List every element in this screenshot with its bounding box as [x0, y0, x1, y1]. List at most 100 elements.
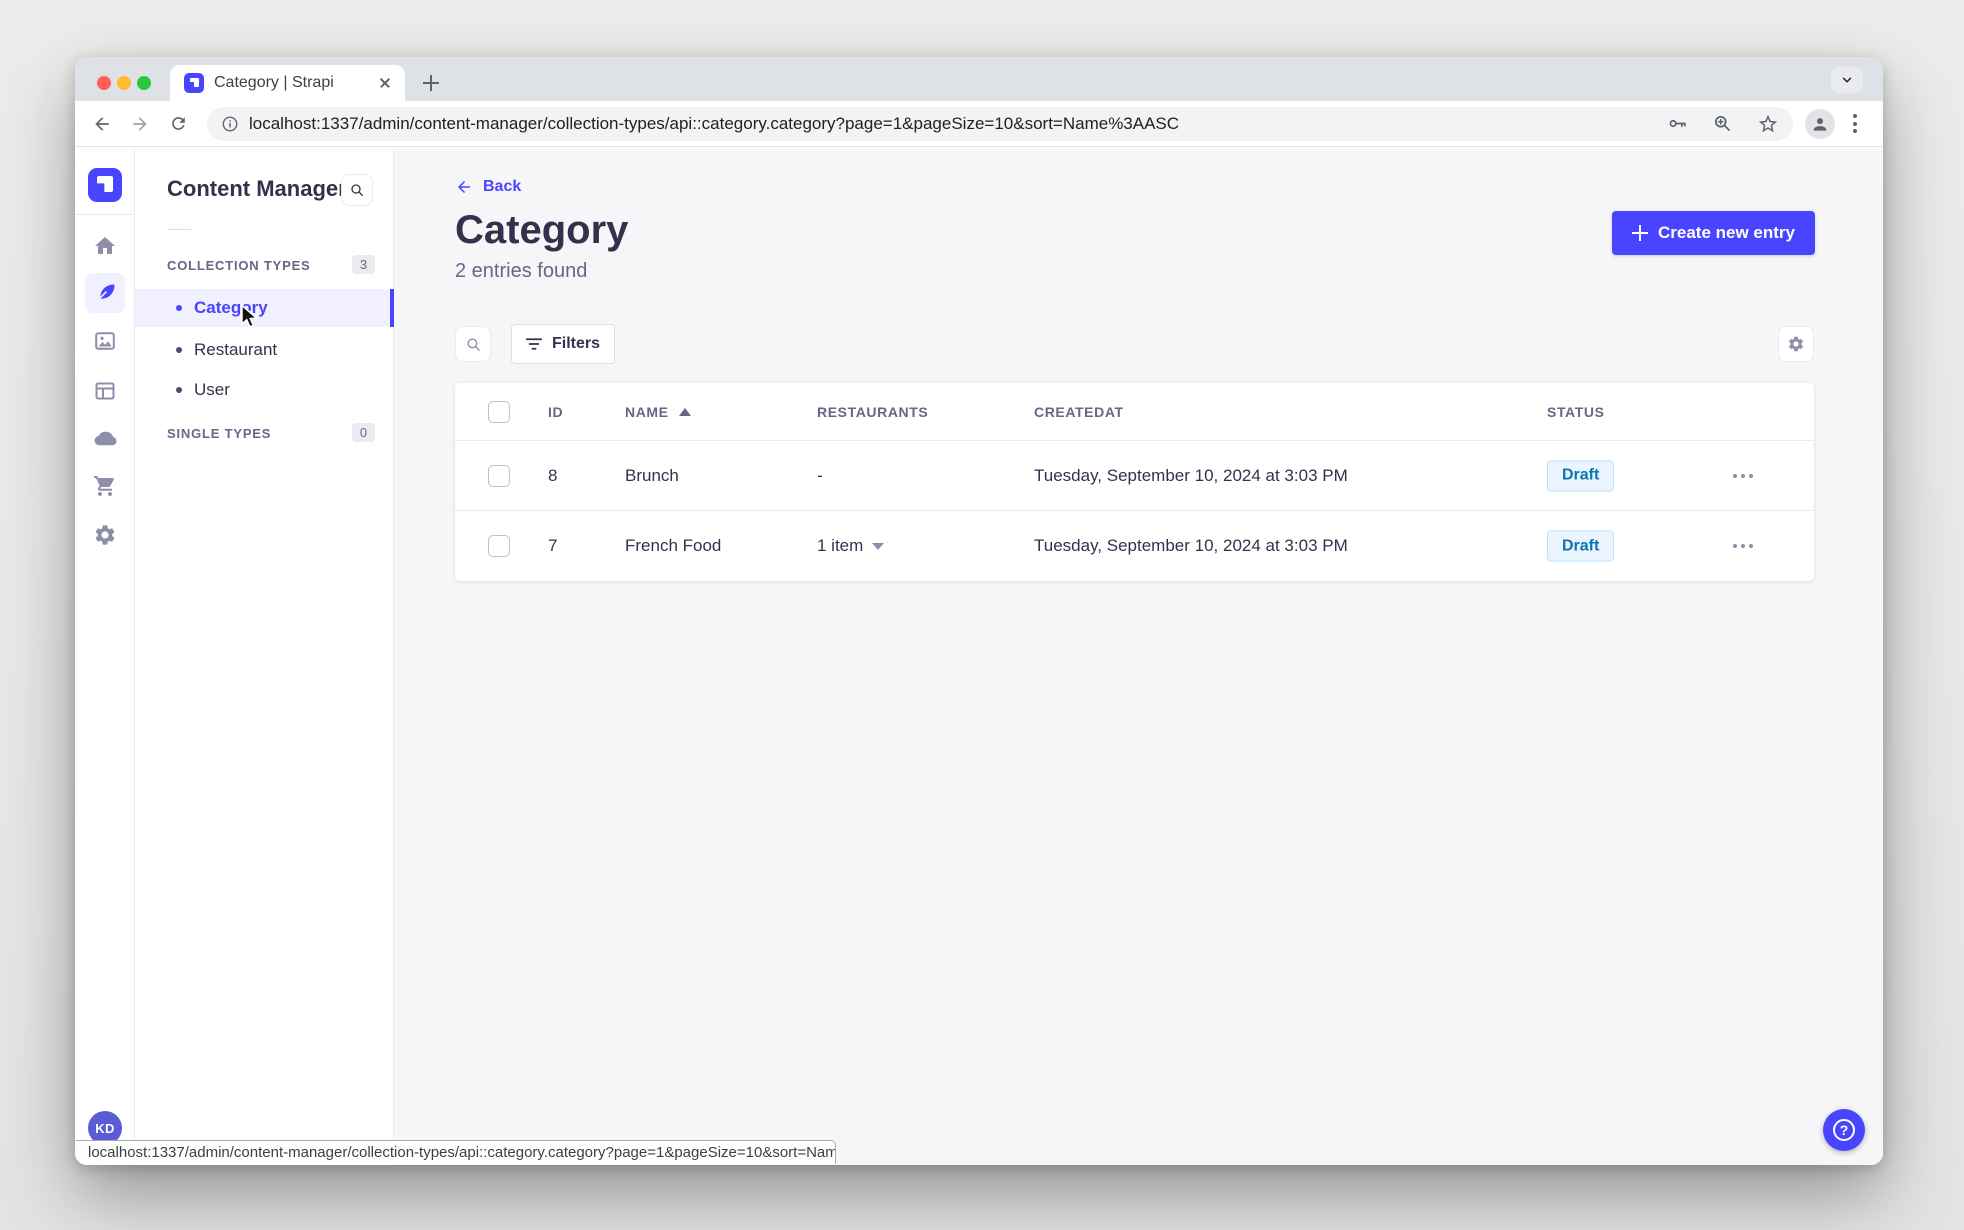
filters-button[interactable]: Filters [511, 324, 616, 364]
window-close-button[interactable] [97, 76, 111, 90]
browser-window: Category | Strapi localhost:1337/admin/c… [75, 57, 1883, 1165]
browser-toolbar: localhost:1337/admin/content-manager/col… [75, 101, 1883, 147]
row-checkbox[interactable] [488, 535, 510, 557]
sidebar-item-cloud[interactable] [85, 418, 125, 458]
column-header-createdat[interactable]: CREATEDAT [1034, 404, 1124, 420]
table-row[interactable]: 8 Brunch - Tuesday, September 10, 2024 a… [455, 441, 1814, 511]
entries-count: 2 entries found [455, 260, 588, 282]
search-icon [466, 337, 480, 351]
help-button[interactable]: ? [1823, 1109, 1865, 1151]
back-arrow-icon [458, 181, 470, 193]
mouse-cursor [241, 304, 259, 328]
url-text[interactable]: localhost:1337/admin/content-manager/col… [249, 114, 1653, 134]
strapi-favicon-icon [184, 73, 204, 93]
sidebar-divider [167, 229, 191, 230]
forward-button[interactable] [123, 107, 157, 141]
status-bar-url: localhost:1337/admin/content-manager/col… [76, 1140, 836, 1164]
shopping-cart-icon [94, 476, 114, 496]
browser-menu-button[interactable] [1847, 108, 1863, 139]
tab-search-button[interactable] [1831, 67, 1863, 93]
chevron-down-icon [872, 542, 885, 550]
column-header-restaurants[interactable]: RESTAURANTS [817, 404, 928, 420]
window-zoom-button[interactable] [137, 76, 151, 90]
row-actions-button[interactable] [1733, 473, 1753, 478]
row-checkbox[interactable] [488, 464, 510, 487]
sidebar-item-settings[interactable] [85, 515, 125, 555]
sidebar-search-button[interactable] [341, 174, 373, 206]
filters-label: Filters [552, 335, 601, 352]
new-tab-button[interactable] [420, 72, 442, 94]
gear-icon [95, 525, 115, 545]
home-icon [95, 237, 115, 254]
rail-divider [75, 214, 135, 215]
row-actions-button[interactable] [1733, 544, 1753, 548]
nav-rail: KD [75, 148, 135, 1165]
column-header-id[interactable]: ID [548, 404, 563, 420]
sidebar-item-category[interactable]: Category [135, 289, 394, 327]
sidebar-item-marketplace[interactable] [85, 466, 125, 506]
gear-icon [1788, 336, 1804, 352]
sidebar-title: Content Manager [167, 176, 347, 201]
sidebar-item-home[interactable] [85, 226, 125, 266]
sidebar-item-media-library[interactable] [85, 321, 125, 361]
entries-table: ID NAME RESTAURANTS CREATEDAT STATUS 8 B… [455, 383, 1814, 581]
cell-name: French Food [625, 536, 722, 555]
page-title: Category [455, 208, 629, 252]
column-header-name[interactable]: NAME [625, 404, 691, 420]
desktop-background: Category | Strapi localhost:1337/admin/c… [0, 0, 1964, 1230]
table-row[interactable]: 7 French Food 1 item Tuesday, September … [455, 511, 1814, 581]
cell-id: 8 [548, 465, 558, 485]
bullet-icon [176, 305, 182, 311]
tab-close-icon[interactable] [375, 73, 395, 93]
password-key-icon[interactable] [1667, 113, 1688, 134]
table-search-button[interactable] [455, 326, 491, 362]
content-manager-sidebar: Content Manager COLLECTION TYPES 3 Categ… [135, 148, 394, 1165]
media-image-icon [95, 332, 115, 350]
browser-tab-bar: Category | Strapi [75, 57, 1883, 101]
zoom-icon[interactable] [1712, 113, 1733, 134]
reload-button[interactable] [161, 107, 195, 141]
filter-icon [526, 338, 542, 350]
collection-types-label: COLLECTION TYPES [167, 258, 311, 273]
profile-button[interactable] [1805, 108, 1835, 139]
sidebar-item-restaurant[interactable]: Restaurant [135, 331, 394, 369]
person-icon [1813, 117, 1827, 131]
strapi-logo-icon[interactable] [88, 168, 122, 202]
cell-createdat: Tuesday, September 10, 2024 at 3:03 PM [1034, 465, 1348, 485]
browser-tab[interactable]: Category | Strapi [170, 65, 405, 101]
back-label: Back [483, 178, 522, 195]
cell-restaurants-expand[interactable]: 1 item [817, 536, 885, 556]
window-minimize-button[interactable] [117, 76, 131, 90]
back-link[interactable]: Back [455, 178, 521, 196]
omnibox-actions [1667, 113, 1779, 135]
tab-title: Category | Strapi [214, 74, 334, 91]
sidebar-item-label: User [194, 380, 230, 399]
back-button[interactable] [85, 107, 119, 141]
status-badge: Draft [1547, 460, 1615, 491]
column-header-status[interactable]: STATUS [1547, 404, 1605, 420]
back-arrow-icon [95, 116, 109, 131]
single-types-count-badge: 0 [352, 423, 375, 442]
collection-types-count-badge: 3 [352, 255, 375, 274]
cloud-icon [94, 431, 116, 445]
site-info-icon[interactable] [221, 115, 239, 133]
table-header-row: ID NAME RESTAURANTS CREATEDAT STATUS [455, 383, 1814, 441]
ellipsis-icon [1733, 473, 1753, 478]
view-settings-button[interactable] [1778, 326, 1814, 362]
reload-icon [171, 117, 185, 130]
create-button-label: Create new entry [1658, 223, 1795, 242]
question-mark-icon: ? [1833, 1119, 1855, 1141]
main-panel: Back Category 2 entries found Create new… [394, 148, 1883, 1165]
url-bar[interactable]: localhost:1337/admin/content-manager/col… [207, 106, 1793, 141]
bullet-icon [176, 347, 182, 353]
sidebar-item-label: Restaurant [194, 340, 278, 359]
create-new-entry-button[interactable]: Create new entry [1612, 211, 1815, 255]
sidebar-item-user[interactable]: User [135, 371, 394, 409]
select-all-checkbox[interactable] [488, 400, 510, 423]
search-icon [351, 184, 363, 196]
sidebar-item-content-manager[interactable] [85, 273, 125, 313]
ellipsis-icon [1733, 544, 1753, 548]
sidebar-item-content-type-builder[interactable] [85, 371, 125, 411]
bookmark-star-icon[interactable] [1757, 113, 1779, 135]
sort-ascending-icon [678, 407, 691, 416]
